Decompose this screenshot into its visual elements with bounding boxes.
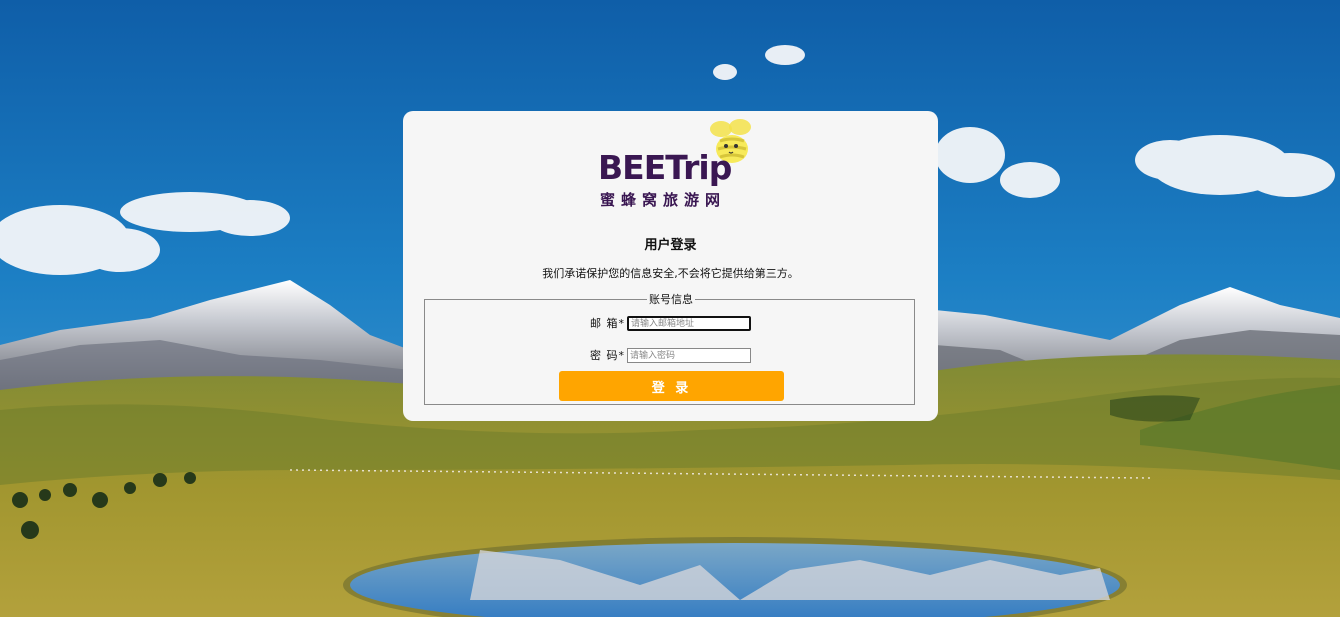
- password-field[interactable]: [627, 348, 751, 363]
- brand-logo: BEETrip 蜜蜂窝旅游网: [598, 119, 758, 219]
- page-title: 用户登录: [644, 238, 697, 253]
- login-card: BEETrip 蜜蜂窝旅游网 用户登录 我们承诺保护您的信息安全,不会将它提供给…: [403, 111, 938, 421]
- brand-tagline: 蜜蜂窝旅游网: [600, 191, 727, 209]
- email-label: 邮 箱*: [590, 317, 625, 330]
- brand-name: BEETrip: [598, 148, 732, 187]
- account-info-fieldset: 账号信息 邮 箱* 密 码* 登 录: [424, 293, 915, 405]
- fieldset-legend: 账号信息: [649, 293, 693, 306]
- password-row: 密 码*: [425, 348, 914, 364]
- login-button[interactable]: 登 录: [559, 371, 784, 401]
- password-label: 密 码*: [590, 349, 625, 362]
- privacy-notice: 我们承诺保护您的信息安全,不会将它提供给第三方。: [542, 267, 799, 280]
- email-field[interactable]: [627, 316, 751, 331]
- email-row: 邮 箱*: [425, 316, 914, 332]
